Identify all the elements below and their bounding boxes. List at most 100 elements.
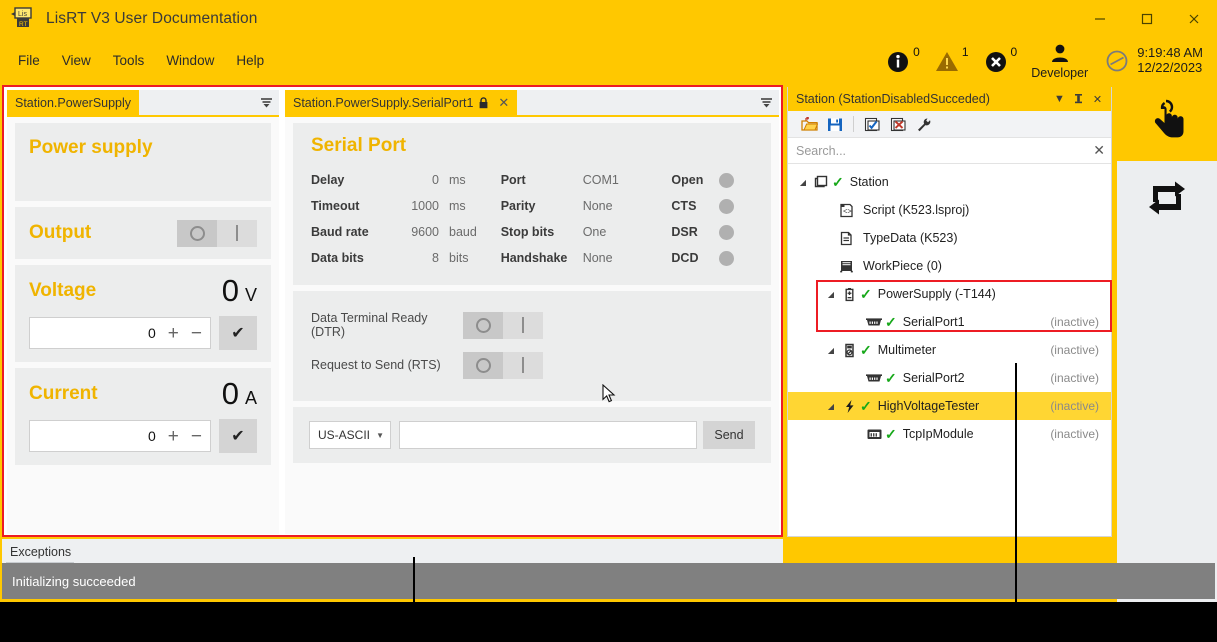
rail-button-swap[interactable] xyxy=(1117,161,1217,239)
power-supply-tabstrip: Station.PowerSupply xyxy=(7,90,279,115)
open-folder-icon[interactable] xyxy=(796,113,822,135)
tab-list-icon[interactable] xyxy=(760,90,773,115)
tree-node-multimeter[interactable]: ◢ ✓ Multimeter (inactive) xyxy=(788,336,1111,364)
tree-node-label: Script (K523.lsproj) xyxy=(863,203,970,217)
tree-node-powersupply[interactable]: ◢ ✓ PowerSupply (-T144) xyxy=(788,280,1111,308)
menu-bar: File View Tools Window Help 0 1 0 Develo… xyxy=(0,38,1217,83)
serial-port-panel: Station.PowerSupply.SerialPort1 ✕ Serial… xyxy=(285,90,779,534)
tree-node-serialport1[interactable]: ✓ SerialPort1 (inactive) xyxy=(788,308,1111,336)
output-on-segment[interactable] xyxy=(217,220,257,247)
current-unit: A xyxy=(244,388,257,408)
current-input[interactable]: 0 + − xyxy=(29,420,211,452)
indicator-open: Open xyxy=(671,167,771,193)
dtr-toggle[interactable] xyxy=(463,311,543,339)
chevron-expanded-icon[interactable]: ◢ xyxy=(824,402,838,411)
setting-timeout: Timeout 1000 ms xyxy=(311,193,501,219)
divider-line-right xyxy=(1015,363,1017,602)
current-decrement-button[interactable]: − xyxy=(191,427,202,446)
indicator-label: CTS xyxy=(671,199,697,213)
tree-node-workpiece[interactable]: WorkPiece (0) xyxy=(788,252,1111,280)
setting-value: None xyxy=(582,251,613,265)
info-status[interactable]: 0 xyxy=(885,45,920,74)
rts-off-segment[interactable] xyxy=(463,351,503,379)
tab-list-icon[interactable] xyxy=(260,90,273,115)
check-document-icon[interactable] xyxy=(859,113,885,135)
warning-status[interactable]: 1 xyxy=(934,45,969,74)
encoding-select[interactable]: US-ASCII ▼ xyxy=(309,421,391,449)
clock-times: 9:19:48 AM 12/22/2023 xyxy=(1137,45,1203,76)
delete-document-icon[interactable] xyxy=(885,113,911,135)
chevron-expanded-icon[interactable]: ◢ xyxy=(824,290,838,299)
tree-node-highvoltagetester[interactable]: ◢ ✓ HighVoltageTester (inactive) xyxy=(788,392,1111,420)
check-icon: ✓ xyxy=(885,369,897,386)
minimize-button[interactable] xyxy=(1076,0,1123,38)
circle-icon xyxy=(475,357,491,373)
exceptions-tab[interactable]: Exceptions xyxy=(2,545,71,559)
voltage-apply-button[interactable]: ✔ xyxy=(219,316,257,350)
setting-value: None xyxy=(582,199,613,213)
voltage-input[interactable]: 0 + − xyxy=(29,317,211,349)
chevron-expanded-icon[interactable]: ◢ xyxy=(824,346,838,355)
error-status[interactable]: 0 xyxy=(983,45,1017,74)
maximize-button[interactable] xyxy=(1123,0,1170,38)
tree-node-script[interactable]: <> Script (K523.lsproj) xyxy=(788,196,1111,224)
tab-label: Station.PowerSupply xyxy=(15,95,132,110)
close-icon[interactable]: ✕ xyxy=(1093,142,1105,159)
error-icon xyxy=(983,48,1009,74)
output-off-segment[interactable] xyxy=(177,219,217,247)
check-icon: ✓ xyxy=(832,173,844,190)
dtr-off-segment[interactable] xyxy=(463,311,503,339)
voltage-setpoint-value: 0 xyxy=(147,325,156,341)
menu-item-tools[interactable]: Tools xyxy=(103,49,155,72)
current-setpoint-row: 0 + − ✔ xyxy=(15,409,271,453)
tree-node-typedata[interactable]: TypeData (K523) xyxy=(788,224,1111,252)
voltage-label: Voltage xyxy=(29,279,97,301)
tcpip-icon xyxy=(863,427,885,441)
setting-data-bits: Data bits 8 bits xyxy=(311,245,501,271)
close-icon[interactable]: ✕ xyxy=(1088,88,1107,110)
tree-node-station[interactable]: ◢ ✓ Station xyxy=(788,168,1111,196)
station-search-row[interactable]: Search... ✕ xyxy=(788,138,1111,164)
lock-icon[interactable] xyxy=(478,96,489,109)
tab-station-powersupply[interactable]: Station.PowerSupply xyxy=(7,90,140,115)
save-icon[interactable] xyxy=(822,113,848,135)
current-apply-button[interactable]: ✔ xyxy=(219,419,257,453)
setting-parity: Parity None xyxy=(501,193,672,219)
tree-node-state: (inactive) xyxy=(1050,399,1099,413)
dtr-on-segment[interactable] xyxy=(503,312,543,339)
voltage-readout: 0 V xyxy=(222,275,257,306)
clock-block[interactable]: 9:19:48 AM 12/22/2023 xyxy=(1104,45,1203,76)
serial-port-icon xyxy=(863,372,885,385)
check-icon: ✔ xyxy=(231,428,245,445)
wrench-icon[interactable] xyxy=(911,113,937,135)
output-toggle[interactable] xyxy=(177,219,257,247)
tree-node-serialport2[interactable]: ✓ SerialPort2 (inactive) xyxy=(788,364,1111,392)
tree-node-state: (inactive) xyxy=(1050,343,1099,357)
script-icon: <> xyxy=(835,203,857,218)
current-increment-button[interactable]: + xyxy=(168,427,179,446)
menu-item-help[interactable]: Help xyxy=(226,49,274,72)
voltage-card: Voltage 0 V 0 + − ✔ xyxy=(15,265,271,362)
search-input[interactable]: Search... xyxy=(796,144,1093,158)
close-icon[interactable]: ✕ xyxy=(498,96,509,109)
send-input[interactable] xyxy=(399,421,697,449)
menu-item-window[interactable]: Window xyxy=(156,49,224,72)
chevron-down-icon: ▼ xyxy=(376,430,384,440)
chevron-expanded-icon[interactable]: ◢ xyxy=(796,178,810,187)
voltage-increment-button[interactable]: + xyxy=(168,324,179,343)
power-supply-title: Power supply xyxy=(29,137,153,158)
tree-node-tcpipmodule[interactable]: ✓ TcpIpModule (inactive) xyxy=(788,420,1111,448)
rail-button-manual[interactable] xyxy=(1117,83,1217,161)
menu-item-view[interactable]: View xyxy=(52,49,101,72)
rts-on-segment[interactable] xyxy=(503,352,543,379)
menu-item-file[interactable]: File xyxy=(8,49,50,72)
pin-icon[interactable] xyxy=(1069,88,1088,110)
send-button[interactable]: Send xyxy=(703,421,755,449)
tab-station-powersupply-serialport1[interactable]: Station.PowerSupply.SerialPort1 ✕ xyxy=(285,90,518,115)
close-button[interactable] xyxy=(1170,0,1217,38)
chevron-down-icon[interactable]: ▼ xyxy=(1050,88,1069,110)
voltage-decrement-button[interactable]: − xyxy=(191,324,202,343)
user-block[interactable]: Developer xyxy=(1031,43,1088,80)
current-card: Current 0 A 0 + − ✔ xyxy=(15,368,271,465)
rts-toggle[interactable] xyxy=(463,351,543,379)
